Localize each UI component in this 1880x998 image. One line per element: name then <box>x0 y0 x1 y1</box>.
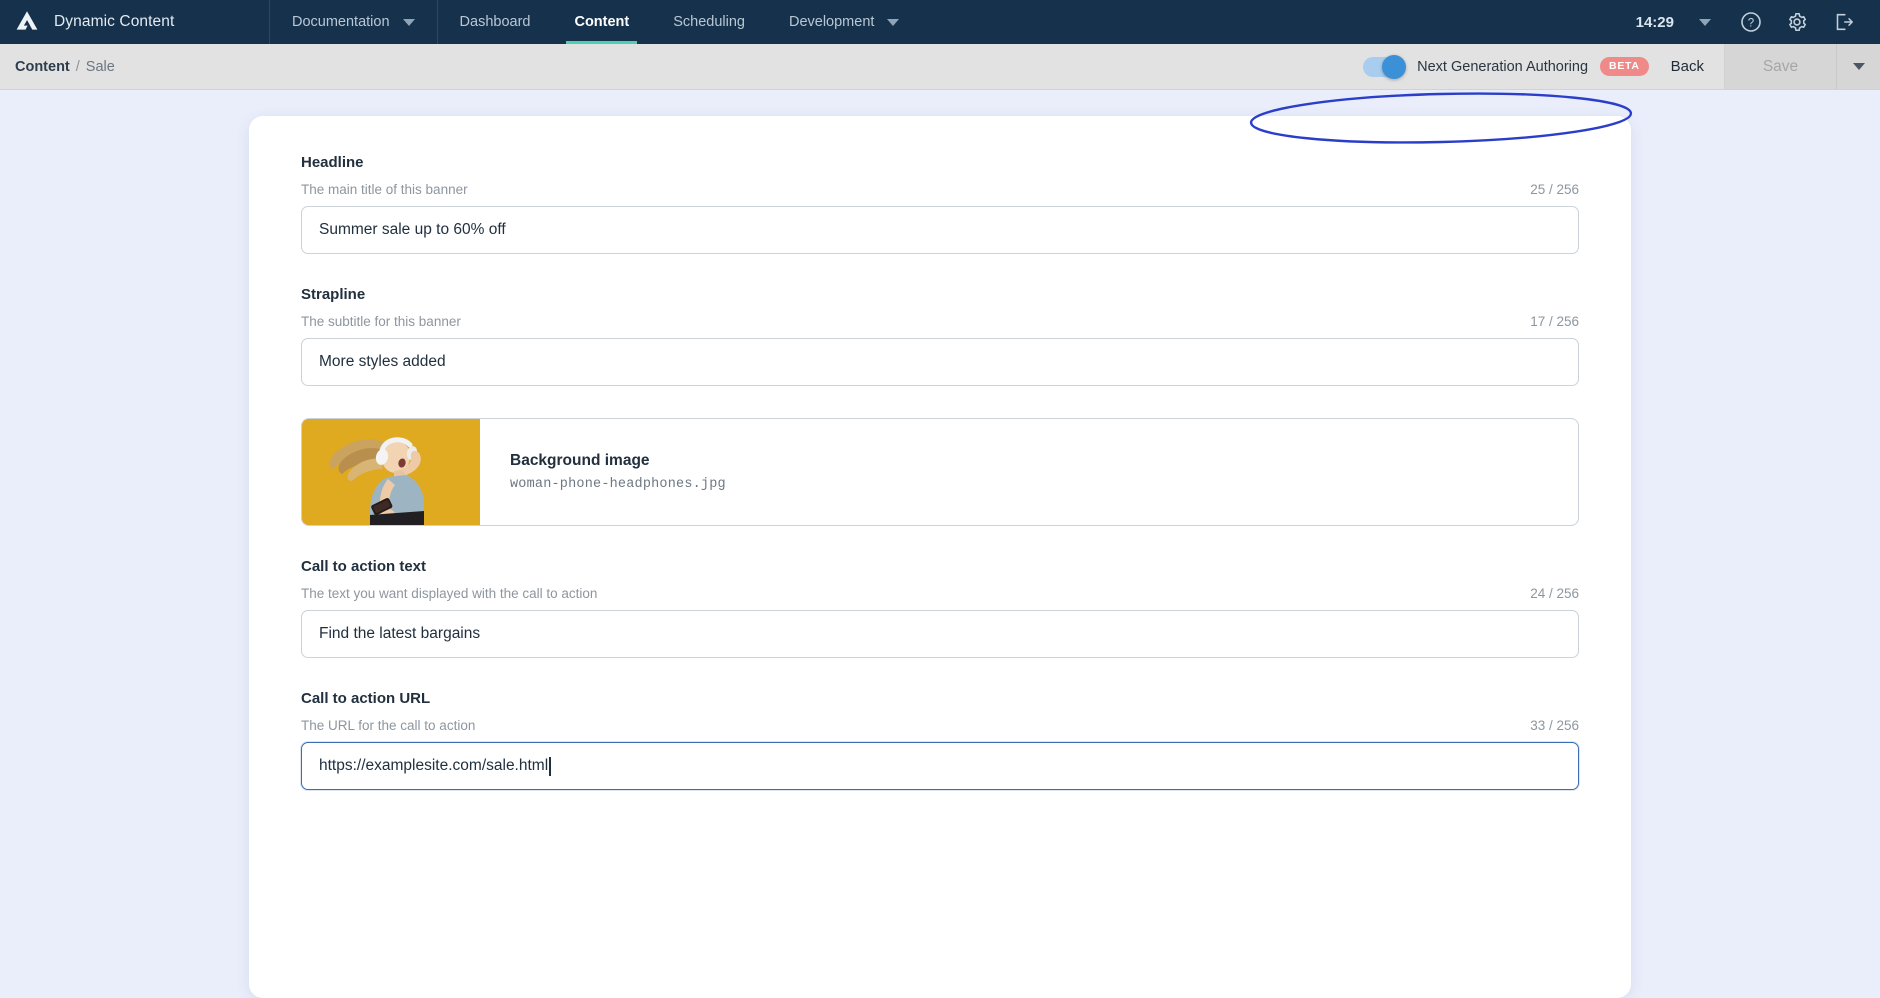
breadcrumb-leaf: Sale <box>85 58 115 75</box>
chevron-down-icon <box>887 18 900 26</box>
chevron-down-icon <box>1852 63 1865 70</box>
field-cta-url: Call to action URL The URL for the call … <box>301 690 1579 790</box>
clock: 14:29 <box>1635 13 1674 31</box>
content-stage: Headline The main title of this banner 2… <box>0 90 1880 998</box>
input-value: Summer sale up to 60% off <box>319 221 506 238</box>
nav-item-scheduling[interactable]: Scheduling <box>651 0 767 44</box>
field-headline: Headline The main title of this banner 2… <box>301 154 1579 254</box>
nav-item-documentation[interactable]: Documentation <box>270 0 438 44</box>
field-help-text: The URL for the call to action <box>301 718 476 733</box>
breadcrumb: Content / Sale <box>0 59 115 75</box>
field-label: Call to action text <box>301 558 427 575</box>
field-help-text: The subtitle for this banner <box>301 314 461 329</box>
brand-name: Dynamic Content <box>54 13 175 30</box>
field-char-count: 17 / 256 <box>1530 314 1579 329</box>
field-label: Headline <box>301 154 364 171</box>
amplience-logo-icon <box>14 9 40 35</box>
nav-item-label: Content <box>574 14 630 30</box>
next-gen-authoring-group: Next Generation Authoring BETA <box>1347 54 1665 79</box>
brand-home-link[interactable]: Dynamic Content <box>0 0 270 44</box>
background-image-card[interactable]: Background image woman-phone-headphones.… <box>301 418 1579 526</box>
background-image-filename: woman-phone-headphones.jpg <box>510 477 726 492</box>
field-cta-text: Call to action text The text you want di… <box>301 558 1579 658</box>
field-char-count: 33 / 256 <box>1530 718 1579 733</box>
headline-input[interactable]: Summer sale up to 60% off <box>301 206 1579 254</box>
toolbar-right-group: Next Generation Authoring BETA Back Save <box>1347 44 1880 89</box>
field-char-count: 24 / 256 <box>1530 586 1579 601</box>
nav-item-label: Dashboard <box>459 14 531 30</box>
content-form-card: Headline The main title of this banner 2… <box>249 116 1631 998</box>
input-value: https://examplesite.com/sale.html <box>319 757 549 774</box>
chevron-down-icon <box>402 18 415 26</box>
strapline-input[interactable]: More styles added <box>301 338 1579 386</box>
chevron-down-icon <box>1699 18 1711 26</box>
beta-badge: BETA <box>1600 57 1649 76</box>
field-meta: The main title of this banner 25 / 256 <box>301 182 1579 197</box>
nav-item-development[interactable]: Development <box>767 0 921 44</box>
logout-icon[interactable] <box>1820 0 1866 44</box>
nav-item-content[interactable]: Content <box>552 0 651 44</box>
field-label: Call to action URL <box>301 690 431 707</box>
nav-item-label: Scheduling <box>673 14 745 30</box>
breadcrumb-separator: / <box>75 58 80 75</box>
breadcrumb-root[interactable]: Content <box>15 59 70 75</box>
text-cursor <box>549 756 551 776</box>
background-image-details: Background image woman-phone-headphones.… <box>480 419 726 525</box>
field-meta: The subtitle for this banner 17 / 256 <box>301 314 1579 329</box>
input-value: Find the latest bargains <box>319 625 481 642</box>
top-navigation-bar: Dynamic Content Documentation Dashboard … <box>0 0 1880 44</box>
nav-item-dashboard[interactable]: Dashboard <box>438 0 553 44</box>
save-options-button[interactable] <box>1836 44 1880 89</box>
field-label: Strapline <box>301 286 366 303</box>
cta-text-input[interactable]: Find the latest bargains <box>301 610 1579 658</box>
field-help-text: The text you want displayed with the cal… <box>301 586 598 601</box>
back-button[interactable]: Back <box>1665 58 1724 75</box>
field-meta: The text you want displayed with the cal… <box>301 586 1579 601</box>
field-char-count: 25 / 256 <box>1530 182 1579 197</box>
content-toolbar: Content / Sale Next Generation Authoring… <box>0 44 1880 144</box>
toggle-knob <box>1382 54 1407 79</box>
next-gen-authoring-label: Next Generation Authoring <box>1417 58 1589 75</box>
user-menu-button[interactable] <box>1682 0 1728 44</box>
field-help-text: The main title of this banner <box>301 182 468 197</box>
next-gen-authoring-toggle[interactable] <box>1363 54 1407 79</box>
field-meta: The URL for the call to action 33 / 256 <box>301 718 1579 733</box>
woman-with-headphones-thumbnail <box>302 419 480 525</box>
svg-text:?: ? <box>1748 17 1754 29</box>
background-image-title: Background image <box>510 452 650 469</box>
input-value: More styles added <box>319 353 446 370</box>
save-button[interactable]: Save <box>1724 44 1836 89</box>
field-strapline: Strapline The subtitle for this banner 1… <box>301 286 1579 386</box>
nav-item-label: Documentation <box>292 14 390 30</box>
nav-item-label: Development <box>788 14 875 30</box>
nav-right-group: 14:29 ? <box>1622 0 1880 44</box>
field-background-image: Background image woman-phone-headphones.… <box>301 418 1579 526</box>
gear-icon[interactable] <box>1774 0 1820 44</box>
help-circle-icon[interactable]: ? <box>1728 0 1774 44</box>
cta-url-input[interactable]: https://examplesite.com/sale.html <box>301 742 1579 790</box>
